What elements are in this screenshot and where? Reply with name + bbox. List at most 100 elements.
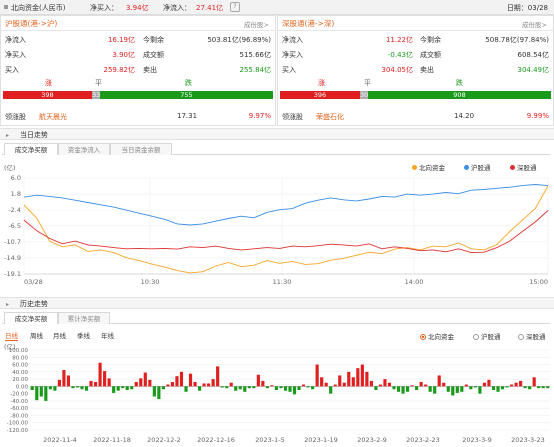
history-bar — [505, 386, 509, 388]
sh-inflow-value: 16.19亿 — [107, 36, 135, 44]
history-bar-chart: (亿)100.0080.0060.0040.0020.000.00-20.00-… — [4, 342, 550, 444]
history-bar — [347, 371, 351, 387]
sz-up-count: 396 — [280, 91, 360, 99]
sh-leader-label: 领涨股 — [5, 113, 26, 121]
intraday-line-chart: (亿) 6.0 1.8 -2.4 -6.5 -10.7 -14.9 -19.103/28 10:… — [4, 163, 549, 286]
tab-history-cumulative[interactable]: 累计净买额 — [58, 312, 110, 324]
history-bar — [415, 386, 419, 390]
y-tick-label: 100.00 — [9, 348, 29, 354]
y-tick-label: -19.1 — [4, 270, 21, 278]
sh-constituents-link[interactable]: 成份股> — [244, 19, 269, 29]
history-bar — [387, 382, 392, 387]
net-inflow-label: 净流入： — [163, 4, 191, 12]
sz-breadth-bar: 涨 平 跌 396 30 908 — [280, 78, 551, 101]
x-tick-label: 2022-12-2 — [147, 436, 181, 444]
sz-leader-pct: 9.99% — [526, 112, 549, 120]
y-tick-label: 60.00 — [12, 363, 28, 369]
history-bar — [152, 386, 156, 397]
collapse-icon[interactable]: ▸ — [6, 132, 9, 139]
history-bar — [207, 383, 211, 387]
intraday-tabs: 成交净买额 资金净流入 当日资金余额 — [2, 143, 550, 155]
history-bar — [451, 386, 455, 396]
sh-netbuy-label: 净买入 — [5, 51, 26, 59]
sz-leader-price: 14.20 — [454, 112, 475, 120]
sh-leader-pct: 9.97% — [248, 112, 271, 120]
sh-netbuy-value: 3.90亿 — [112, 51, 135, 59]
y-tick-label: -40.00 — [10, 399, 28, 405]
radio-icon — [420, 334, 426, 340]
shanghai-connect-panel: 沪股通(港->沪) 成份股> 净流入 16.19亿 今剩余 503.81亿(96… — [0, 15, 276, 126]
sh-flat-count: 33 — [92, 91, 101, 99]
history-bar — [433, 386, 437, 394]
history-bar — [496, 386, 500, 392]
history-bar — [460, 386, 464, 392]
history-bar — [256, 374, 260, 387]
history-section-header[interactable]: ▸ 历史走势 — [0, 297, 554, 309]
history-tabs: 成交净买额 累计净买额 — [2, 312, 550, 324]
sh-leader-name[interactable]: 航天晨光 — [39, 112, 67, 122]
history-bar — [175, 376, 179, 387]
history-bar — [342, 382, 346, 387]
tab-day-balance[interactable]: 当日资金余额 — [110, 143, 172, 155]
x-tick-label: 15:00 — [529, 278, 548, 286]
y-tick-label: -10.7 — [4, 238, 21, 246]
tab-net-inflow[interactable]: 资金净流入 — [58, 143, 110, 155]
tab-net-buy[interactable]: 成交净买额 — [4, 143, 58, 155]
help-icon[interactable]: ? — [230, 2, 240, 12]
sz-netbuy-label: 净买入 — [282, 51, 303, 59]
sz-sell-value: 304.49亿 — [517, 66, 550, 74]
top-summary-bar: 北向资金(人民币) 净买入： 3.94亿 净流入： 27.41亿 ? 日期：03… — [0, 0, 554, 15]
radio-icon — [518, 334, 524, 340]
sh-sell-value: 255.84亿 — [239, 66, 272, 74]
sz-inflow-value: 11.22亿 — [385, 36, 413, 44]
x-tick-label: 2023-1-19 — [304, 436, 338, 444]
intraday-section-header[interactable]: ▸ 当日走势 — [0, 128, 554, 140]
history-bar — [374, 386, 378, 390]
history-bar — [365, 371, 369, 387]
history-bar — [324, 382, 328, 387]
history-bar — [541, 386, 545, 389]
history-bar — [103, 371, 107, 387]
history-bar — [437, 375, 441, 387]
history-bar — [243, 386, 247, 392]
history-bar — [166, 384, 170, 387]
sz-balance-value: 508.78亿(97.84%) — [485, 36, 549, 44]
sz-leader-name[interactable]: 荣盛石化 — [316, 112, 344, 122]
history-bar — [297, 386, 301, 390]
sz-balance-label: 今剩余 — [420, 36, 441, 44]
history-bar — [247, 386, 251, 389]
history-bar — [396, 386, 401, 392]
history-bar — [44, 386, 48, 401]
history-bar — [270, 385, 274, 387]
y-tick-label: 40.00 — [12, 370, 28, 376]
history-bar — [202, 383, 206, 387]
x-tick-label: 2023-2-23 — [406, 436, 440, 444]
history-bar — [315, 364, 319, 387]
history-bar — [57, 379, 61, 387]
history-bar — [130, 386, 134, 390]
history-bar — [161, 386, 165, 390]
radio-sh[interactable]: 沪股通 — [473, 331, 501, 341]
tab-history-net-buy[interactable]: 成交净买额 — [4, 312, 58, 324]
history-bar — [220, 386, 224, 388]
history-bar — [311, 386, 315, 390]
history-bar — [39, 386, 43, 397]
radio-north[interactable]: 北向资金 — [420, 331, 454, 341]
y-tick-label: -6.5 — [8, 222, 21, 230]
history-bar — [292, 386, 297, 395]
y-tick-label: -20.00 — [10, 392, 28, 398]
radio-sz[interactable]: 深股通 — [518, 331, 546, 341]
y-tick-label: -80.00 — [10, 413, 28, 419]
history-bar — [139, 378, 143, 387]
y-unit-label: (亿) — [4, 163, 16, 172]
sz-constituents-link[interactable]: 成份股> — [522, 19, 547, 29]
sz-flat-count: 30 — [360, 91, 369, 99]
history-bar — [428, 386, 432, 392]
history-bar — [66, 375, 71, 387]
history-bar — [229, 382, 233, 387]
north-series-line — [23, 185, 549, 274]
collapse-icon[interactable]: ▸ — [6, 301, 9, 308]
history-bar — [197, 386, 202, 391]
x-tick-label: 2023-2-9 — [357, 436, 387, 444]
history-bar — [306, 386, 310, 388]
